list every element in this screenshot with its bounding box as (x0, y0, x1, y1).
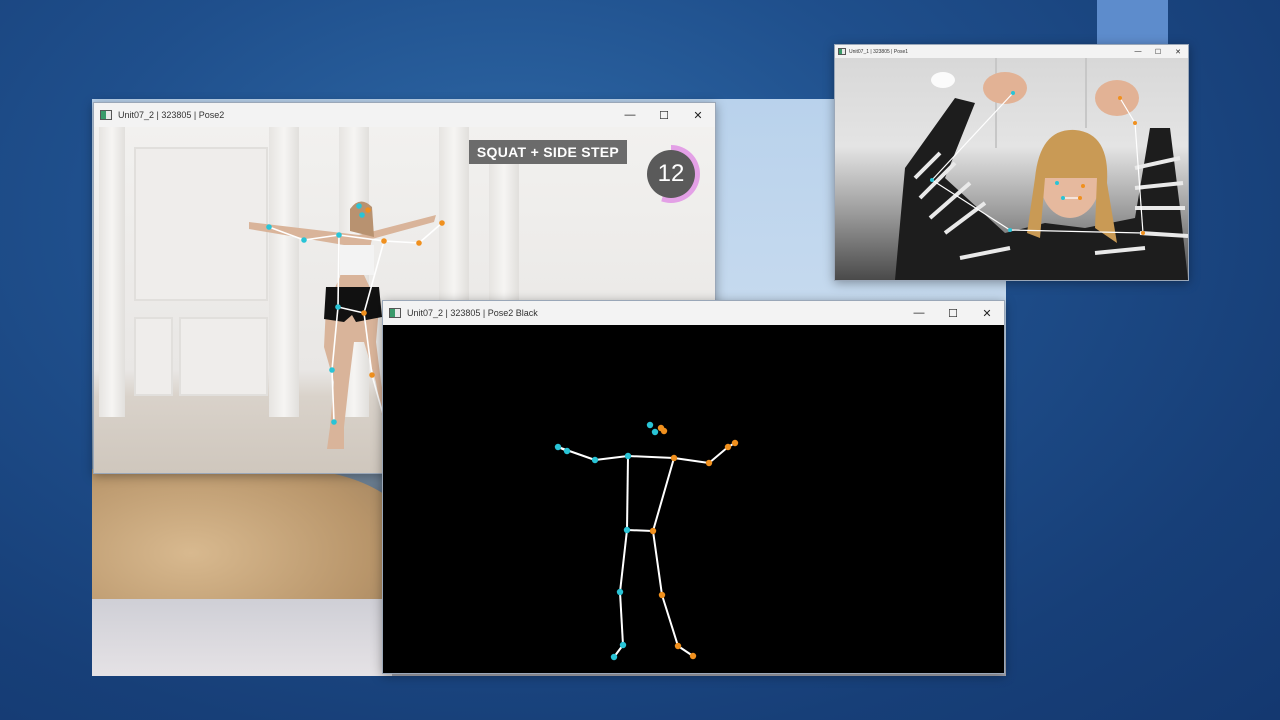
maximize-button[interactable]: ☐ (1148, 45, 1168, 58)
skeleton-bone (383, 240, 420, 244)
skeleton-joint (369, 372, 375, 378)
skeleton-bone (337, 234, 340, 308)
desktop-accent-bar (1097, 0, 1168, 45)
window-title: Unit07_2 | 323805 | Pose2 (118, 110, 225, 120)
wallpaper-shore (92, 599, 392, 676)
skeleton-joint (674, 642, 682, 650)
skeleton-bone (619, 529, 628, 593)
skeleton-bone (626, 455, 629, 531)
skeleton-joint (623, 526, 631, 534)
ceiling-light (931, 72, 955, 88)
maximize-button[interactable]: ☐ (936, 301, 970, 325)
skeleton-joint (1061, 196, 1065, 200)
skeleton-joint (724, 443, 732, 451)
skeleton-joint (1133, 121, 1137, 125)
skeleton-bone (673, 457, 710, 464)
skeleton-bone (652, 530, 663, 596)
skeleton-bone (594, 455, 629, 461)
skeleton-joint (658, 591, 666, 599)
skeleton-joint (705, 459, 713, 467)
dancer-shorts (324, 287, 382, 322)
window-title: Unit07_2 | 323805 | Pose2 Black (407, 308, 538, 318)
skeleton-joint (670, 454, 678, 462)
skeleton-joint (554, 443, 562, 451)
skeleton-joint (439, 220, 445, 226)
skeleton-joint (359, 212, 365, 218)
black-skeleton (554, 421, 739, 661)
skeleton-bone (619, 591, 624, 646)
skeleton-joint (329, 367, 335, 373)
skeleton-joint (1081, 184, 1085, 188)
close-button[interactable]: ✕ (681, 103, 715, 127)
skeleton-bone (708, 446, 729, 464)
close-button[interactable]: ✕ (1168, 45, 1188, 58)
minimize-button[interactable]: — (902, 301, 936, 325)
skeleton-joint (336, 232, 342, 238)
skeleton-bone (661, 594, 679, 647)
skeleton-joint (649, 527, 657, 535)
window-titlebar[interactable]: Unit07_2 | 323805 | Pose2 Black — ☐ ✕ (383, 301, 1004, 325)
skeleton-joint (301, 237, 307, 243)
skeleton-joint (361, 310, 367, 316)
skeleton-joint (731, 439, 739, 447)
ceiling-line (1085, 58, 1087, 128)
skeleton-bone (626, 529, 654, 532)
skeleton-joint (646, 421, 654, 429)
skeleton-joint (610, 653, 618, 661)
skeleton-joint (591, 456, 599, 464)
skeleton-joint (266, 224, 272, 230)
window-titlebar[interactable]: Unit07_1 | 323805 | Pose1 — ☐ ✕ (835, 45, 1188, 58)
skeleton-joint (660, 427, 668, 435)
ceiling-line (995, 58, 997, 148)
skeleton-joint (331, 419, 337, 425)
skeleton-joint (365, 207, 371, 213)
skeleton-bone (627, 455, 675, 459)
skeleton-joint (1055, 181, 1059, 185)
skeleton-joint (930, 178, 934, 182)
skeleton-joint (619, 641, 627, 649)
webcam-scene (895, 58, 1188, 280)
skeleton-joint (1008, 228, 1012, 232)
skeleton-canvas (383, 325, 1004, 673)
minimize-button[interactable]: — (613, 103, 647, 127)
app-icon (100, 110, 112, 120)
skeleton-joint (616, 588, 624, 596)
skeleton-joint (689, 652, 697, 660)
window-title: Unit07_1 | 323805 | Pose1 (849, 48, 909, 55)
webcam-feed (835, 58, 1188, 280)
skeleton-bone (652, 457, 675, 532)
left-hand (983, 72, 1027, 104)
maximize-button[interactable]: ☐ (647, 103, 681, 127)
dancer-top (340, 245, 374, 275)
skeleton-joint (563, 447, 571, 455)
skeleton-bone (418, 222, 443, 244)
app-icon (838, 48, 846, 55)
skeleton-joint (1011, 91, 1015, 95)
app-icon (389, 308, 401, 318)
skeleton-joint (381, 238, 387, 244)
right-hand (1095, 80, 1139, 116)
window-pose1[interactable]: Unit07_1 | 323805 | Pose1 — ☐ ✕ (834, 44, 1189, 281)
skeleton-joint (335, 304, 341, 310)
skeleton-joint (624, 452, 632, 460)
skeleton-joint (416, 240, 422, 246)
window-pose2-black[interactable]: Unit07_2 | 323805 | Pose2 Black — ☐ ✕ (382, 300, 1005, 674)
close-button[interactable]: ✕ (970, 301, 1004, 325)
minimize-button[interactable]: — (1128, 45, 1148, 58)
skeleton-joint (1118, 96, 1122, 100)
skeleton-joint (1141, 231, 1145, 235)
skeleton-joint (1078, 196, 1082, 200)
dancer-hair (350, 201, 374, 237)
window-titlebar[interactable]: Unit07_2 | 323805 | Pose2 — ☐ ✕ (94, 103, 715, 127)
skeleton-joint (651, 428, 659, 436)
skeleton-joint (356, 203, 362, 209)
